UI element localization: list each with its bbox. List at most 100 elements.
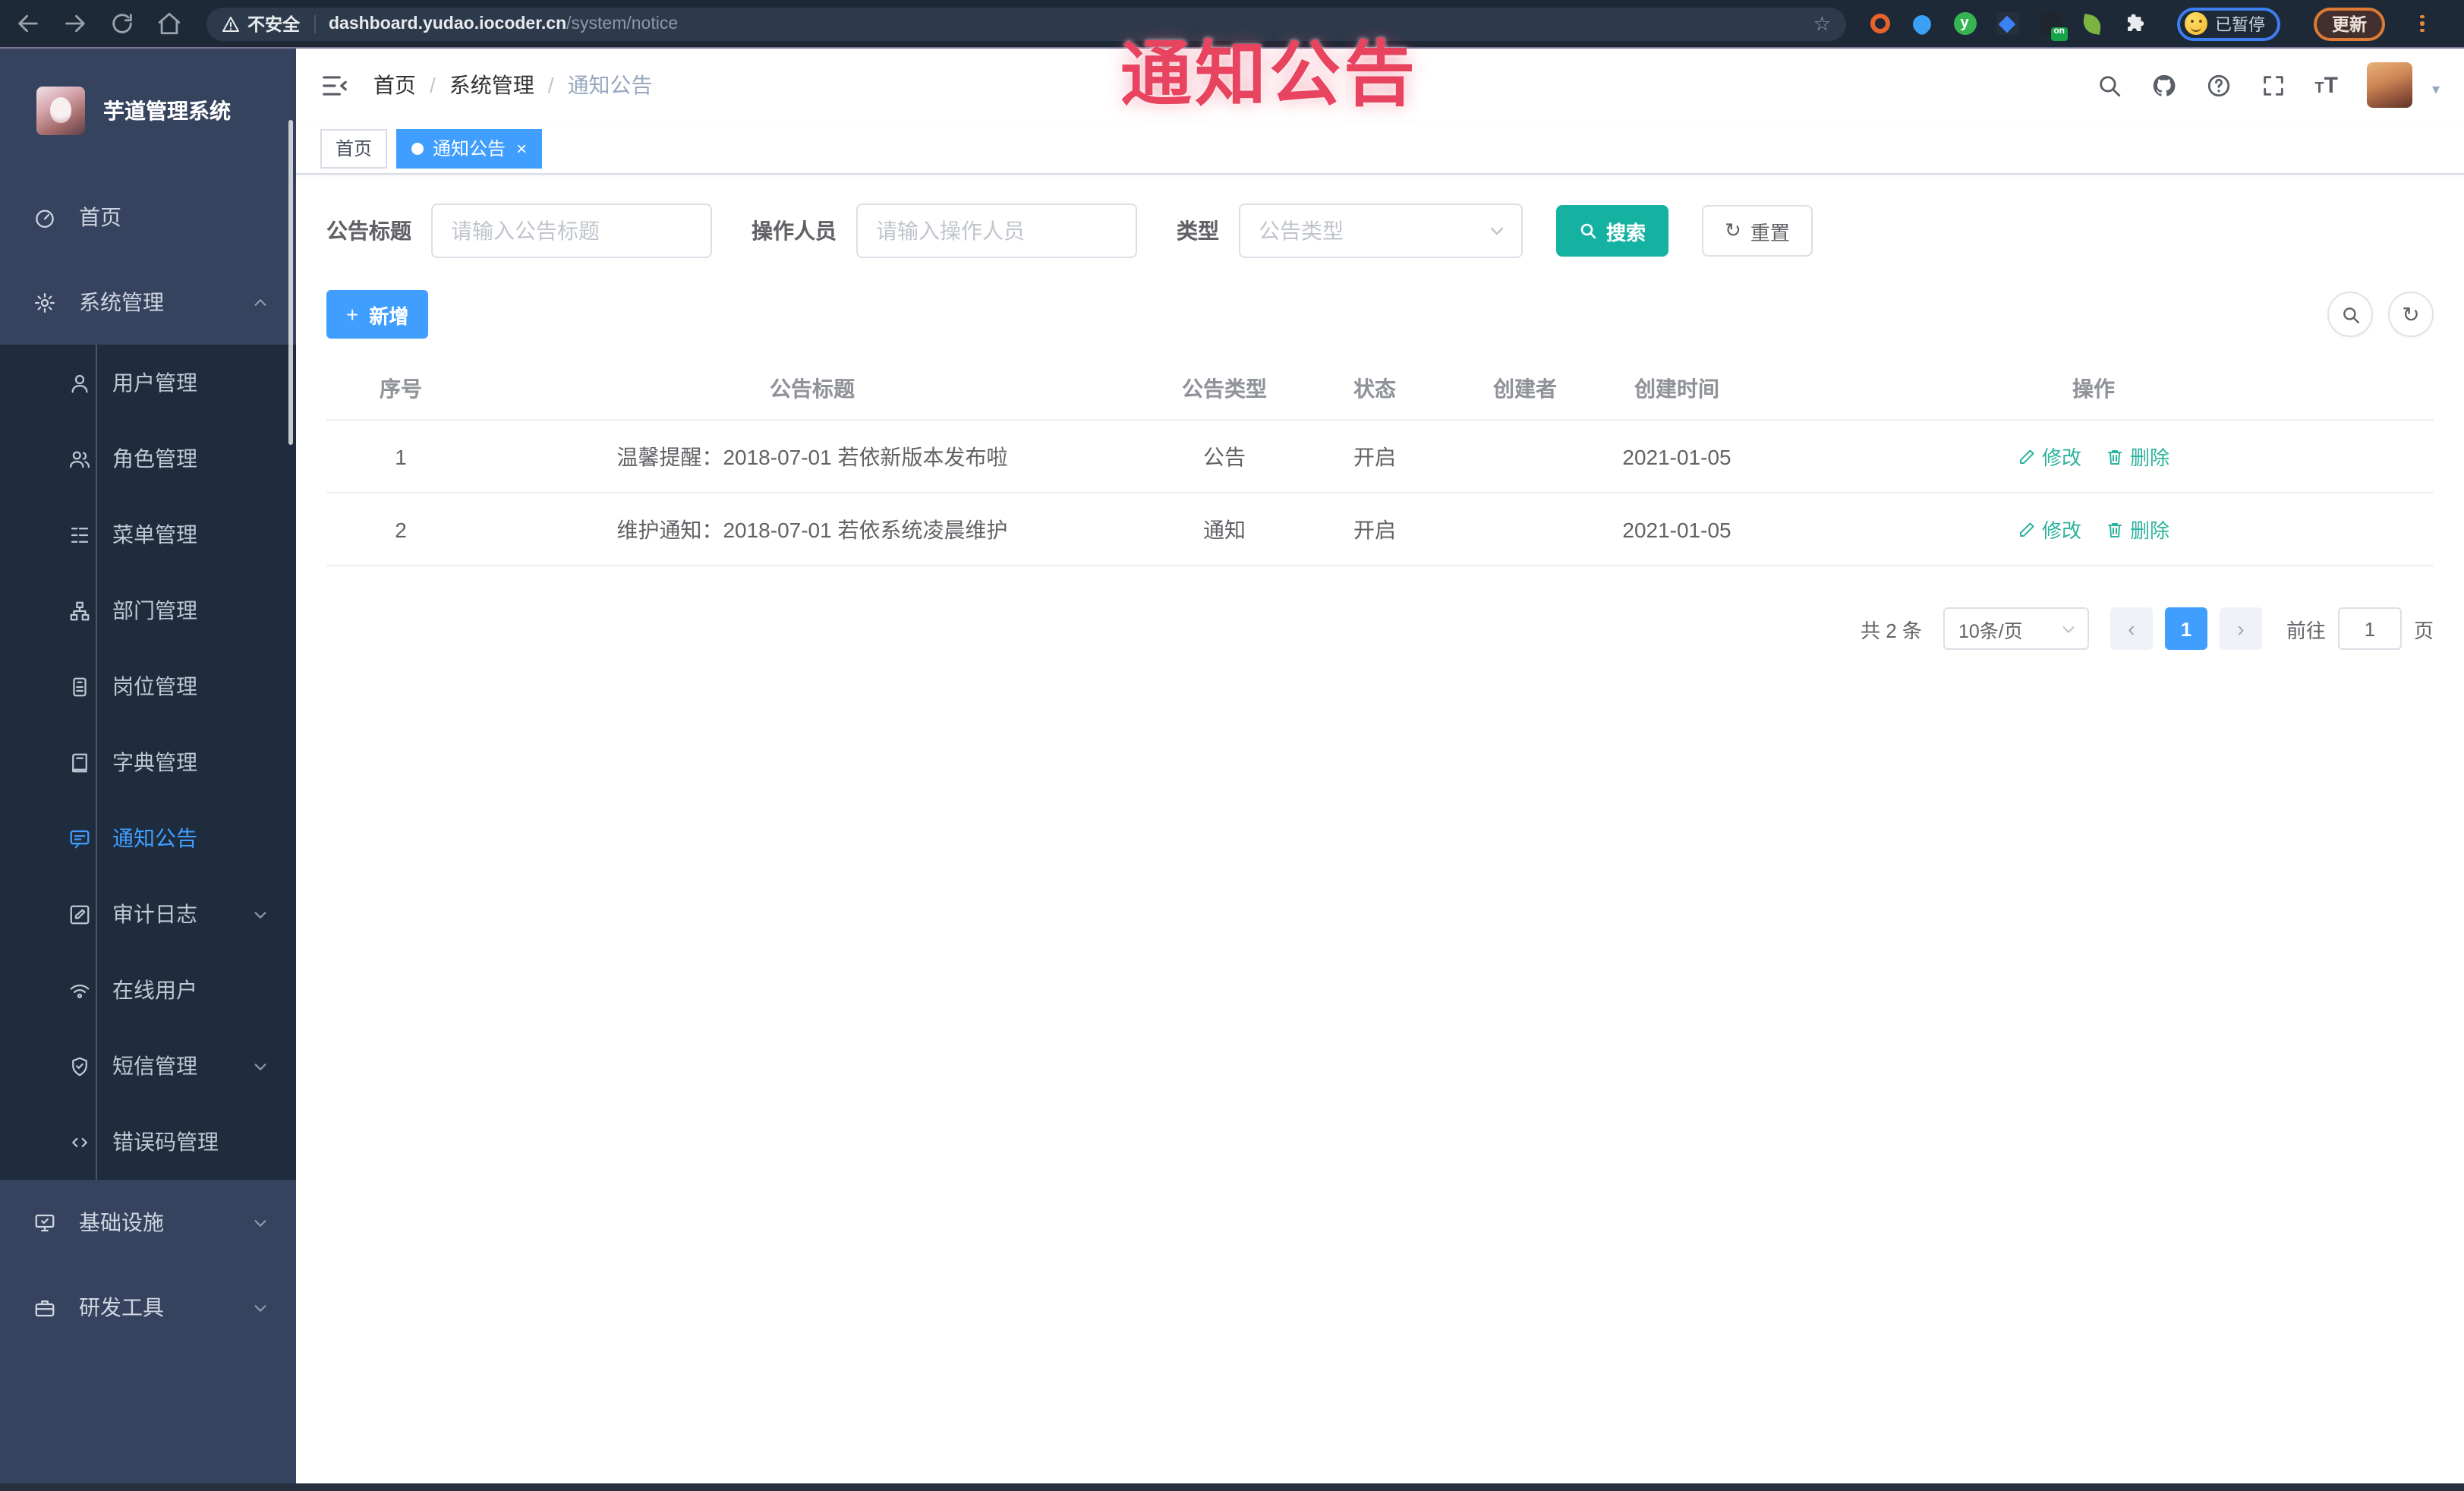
dashboard-icon [32,205,56,229]
sidebar-item-online-users[interactable]: 在线用户 [0,952,296,1028]
app-title: 芋道管理系统 [103,99,231,123]
home-icon[interactable] [156,11,182,36]
sidebar-item-user-mgmt[interactable]: 用户管理 [0,345,296,421]
sidebar-toggle-icon[interactable] [320,71,349,99]
page-number-1[interactable]: 1 [2164,607,2207,650]
notice-title-input[interactable] [431,203,712,258]
search-icon [1580,223,1596,239]
sidebar-item-audit-log[interactable]: 审计日志 [0,876,296,952]
notice-type-select[interactable]: 公告类型 [1239,203,1523,258]
extension-drop-icon[interactable] [1909,11,1935,36]
fullscreen-icon[interactable] [2260,72,2286,98]
plus-icon: + [346,302,359,326]
bookmark-star-icon[interactable]: ☆ [1813,11,1831,36]
sidebar-scrollbar[interactable] [288,120,293,445]
edit-icon [2019,449,2034,463]
sidebar-item-post-mgmt[interactable]: 岗位管理 [0,648,296,724]
goto-page-input[interactable] [2337,607,2402,650]
table-tools: ↻ [2327,292,2434,337]
monitor-icon [32,1210,56,1234]
security-warning[interactable]: 不安全 [222,11,300,36]
breadcrumb-separator: / [430,73,436,97]
online-icon [67,978,91,1002]
add-button[interactable]: + 新增 [326,290,429,339]
chevron-down-icon [252,1299,269,1316]
next-page-button[interactable]: › [2219,607,2262,650]
tag-notice[interactable]: 通知公告 × [396,128,543,168]
toolbox-icon [32,1295,56,1319]
sidebar-item-error-code[interactable]: 错误码管理 [0,1104,296,1180]
extension-ring-icon[interactable] [1867,11,1892,36]
search-button[interactable]: 搜索 [1556,205,1669,257]
sidebar-item-label: 审计日志 [112,902,197,926]
prev-page-button[interactable]: ‹ [2110,607,2153,650]
sidebar-item-label: 菜单管理 [112,522,197,547]
page-size-select[interactable]: 10条/页 [1943,607,2089,650]
sidebar-item-dev-tools[interactable]: 研发工具 [0,1265,296,1350]
top-navbar: 首页 / 系统管理 / 通知公告 TT ▾ [296,47,2464,123]
github-icon[interactable] [2150,72,2176,98]
browser-menu-icon[interactable] [2417,11,2427,36]
extension-switch-icon[interactable]: on [2037,11,2068,40]
caret-down-icon[interactable]: ▾ [2432,82,2440,108]
operator-label: 操作人员 [751,219,837,243]
sidebar-item-label: 短信管理 [112,1054,197,1078]
reload-icon[interactable] [109,11,135,36]
font-size-icon[interactable]: TT [2314,72,2338,98]
breadcrumb-system[interactable]: 系统管理 [449,70,534,100]
sidebar-item-system[interactable]: 系统管理 [0,260,296,345]
extension-diamond-icon[interactable] [1995,11,2019,36]
delete-link[interactable]: 删除 [2106,442,2169,471]
sidebar-item-dept-mgmt[interactable]: 部门管理 [0,572,296,648]
sidebar-item-infrastructure[interactable]: 基础设施 [0,1180,296,1265]
close-icon[interactable]: × [516,139,527,157]
col-header-type: 公告类型 [1182,376,1267,400]
sidebar-item-label: 字典管理 [112,750,197,774]
edit-icon [2019,522,2034,536]
sidebar-item-label: 部门管理 [112,598,197,623]
sidebar-item-home[interactable]: 首页 [0,175,296,260]
tag-dot [411,142,424,154]
reset-button[interactable]: ↻ 重置 [1702,205,1813,257]
chevron-down-icon [252,906,269,922]
sidebar-item-role-mgmt[interactable]: 角色管理 [0,421,296,496]
users-icon [67,446,91,471]
address-bar[interactable]: 不安全 dashboard.yudao.iocoder.cn/system/no… [206,7,1846,40]
extension-leaf-icon[interactable] [2080,11,2104,36]
sidebar-item-label: 错误码管理 [112,1130,219,1154]
pagination: 共 2 条 10条/页 ‹ 1 › 前往 页 [326,607,2434,650]
refresh-table-button[interactable]: ↻ [2388,292,2434,337]
search-icon[interactable] [2096,72,2122,98]
sidebar-item-menu-mgmt[interactable]: 菜单管理 [0,496,296,572]
extensions-puzzle-icon[interactable] [2122,11,2147,36]
user-icon [67,370,91,395]
table-row[interactable]: 2 维护通知：2018-07-01 若依系统凌晨维护 通知 开启 2021-01… [326,493,2434,566]
help-icon[interactable] [2205,72,2231,98]
cell-status: 开启 [1353,517,1396,541]
code-icon [67,1130,91,1154]
filter-form: 公告标题 操作人员 类型 公告类型 搜索 ↻ 重置 [326,203,2434,258]
cell-created: 2021-01-05 [1622,517,1731,541]
cell-index: 2 [395,517,407,541]
delete-link-label: 删除 [2130,446,2170,469]
edit-link[interactable]: 修改 [2018,515,2081,544]
browser-profile-chip[interactable]: 已暂停 [2177,7,2280,40]
edit-link[interactable]: 修改 [2018,442,2081,471]
toggle-search-button[interactable] [2327,292,2373,337]
navbar-actions: TT ▾ [2096,62,2440,108]
table-row[interactable]: 1 温馨提醒：2018-07-01 若依新版本发布啦 公告 开启 2021-01… [326,421,2434,493]
tag-home[interactable]: 首页 [320,128,388,168]
browser-update-button[interactable]: 更新 [2314,7,2385,40]
breadcrumb-home[interactable]: 首页 [373,70,416,100]
cell-actions: 修改 删除 [1753,442,2434,471]
app-logo-row[interactable]: 芋道管理系统 [0,47,296,175]
user-avatar[interactable] [2366,62,2412,108]
delete-link[interactable]: 删除 [2106,515,2169,544]
operator-input[interactable] [856,203,1137,258]
sidebar-item-dict-mgmt[interactable]: 字典管理 [0,724,296,800]
forward-icon[interactable] [62,11,88,36]
sidebar-item-notice[interactable]: 通知公告 [0,800,296,876]
back-icon[interactable] [15,11,41,36]
sidebar-item-sms-mgmt[interactable]: 短信管理 [0,1028,296,1104]
extension-y-icon[interactable]: y [1952,11,1977,36]
